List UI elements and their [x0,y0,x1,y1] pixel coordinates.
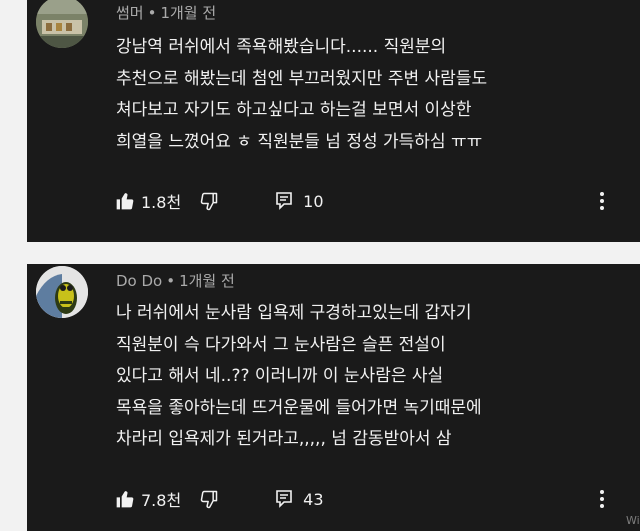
comment-actions: 1.8천 10 [115,187,324,215]
comment-meta: 썸머 • 1개월 전 [116,2,216,23]
reply-button[interactable]: 43 [275,489,324,509]
meta-separator: • [147,4,157,22]
comment-text: 강남역 러쉬에서 족욕해봤습니다...... 직원분의 추천으로 해봤는데 첨엔… [116,37,488,152]
like-count: 7.8천 [141,491,182,510]
comment-actions: 7.8천 43 [115,485,324,513]
comment: 썸머 • 1개월 전 강남역 러쉬에서 족욕해봤습니다...... 직원분의 추천으… [27,0,640,242]
thumbs-down-icon[interactable] [199,489,219,509]
avatar[interactable] [36,0,88,48]
reply-button[interactable]: 10 [275,191,324,211]
more-options-icon[interactable] [594,485,610,513]
reply-icon [275,191,293,211]
comment-meta: Do Do • 1개월 전 [116,270,235,291]
thumbs-down-icon[interactable] [199,191,219,211]
thumbs-up-icon[interactable] [115,191,135,211]
comment-time[interactable]: 1개월 전 [160,4,216,22]
avatar[interactable] [36,266,88,318]
meta-separator: • [166,272,176,290]
watermark: Wi [626,515,640,527]
thumbs-up-icon[interactable] [115,489,135,509]
comment: Do Do • 1개월 전 나 러쉬에서 눈사람 입욕제 구경하고있는데 갑자기 직… [27,264,640,531]
more-options-icon[interactable] [594,187,610,215]
reply-icon [275,489,293,509]
comment-time[interactable]: 1개월 전 [179,272,235,290]
reply-count: 43 [303,489,324,509]
like-count: 1.8천 [141,193,182,212]
comment-text: 나 러쉬에서 눈사람 입욕제 구경하고있는데 갑자기 직원분이 슥 다가와서 그… [116,303,482,449]
comment-author[interactable]: 썸머 [116,4,144,22]
comment-author[interactable]: Do Do [116,272,162,290]
reply-count: 10 [303,191,324,211]
